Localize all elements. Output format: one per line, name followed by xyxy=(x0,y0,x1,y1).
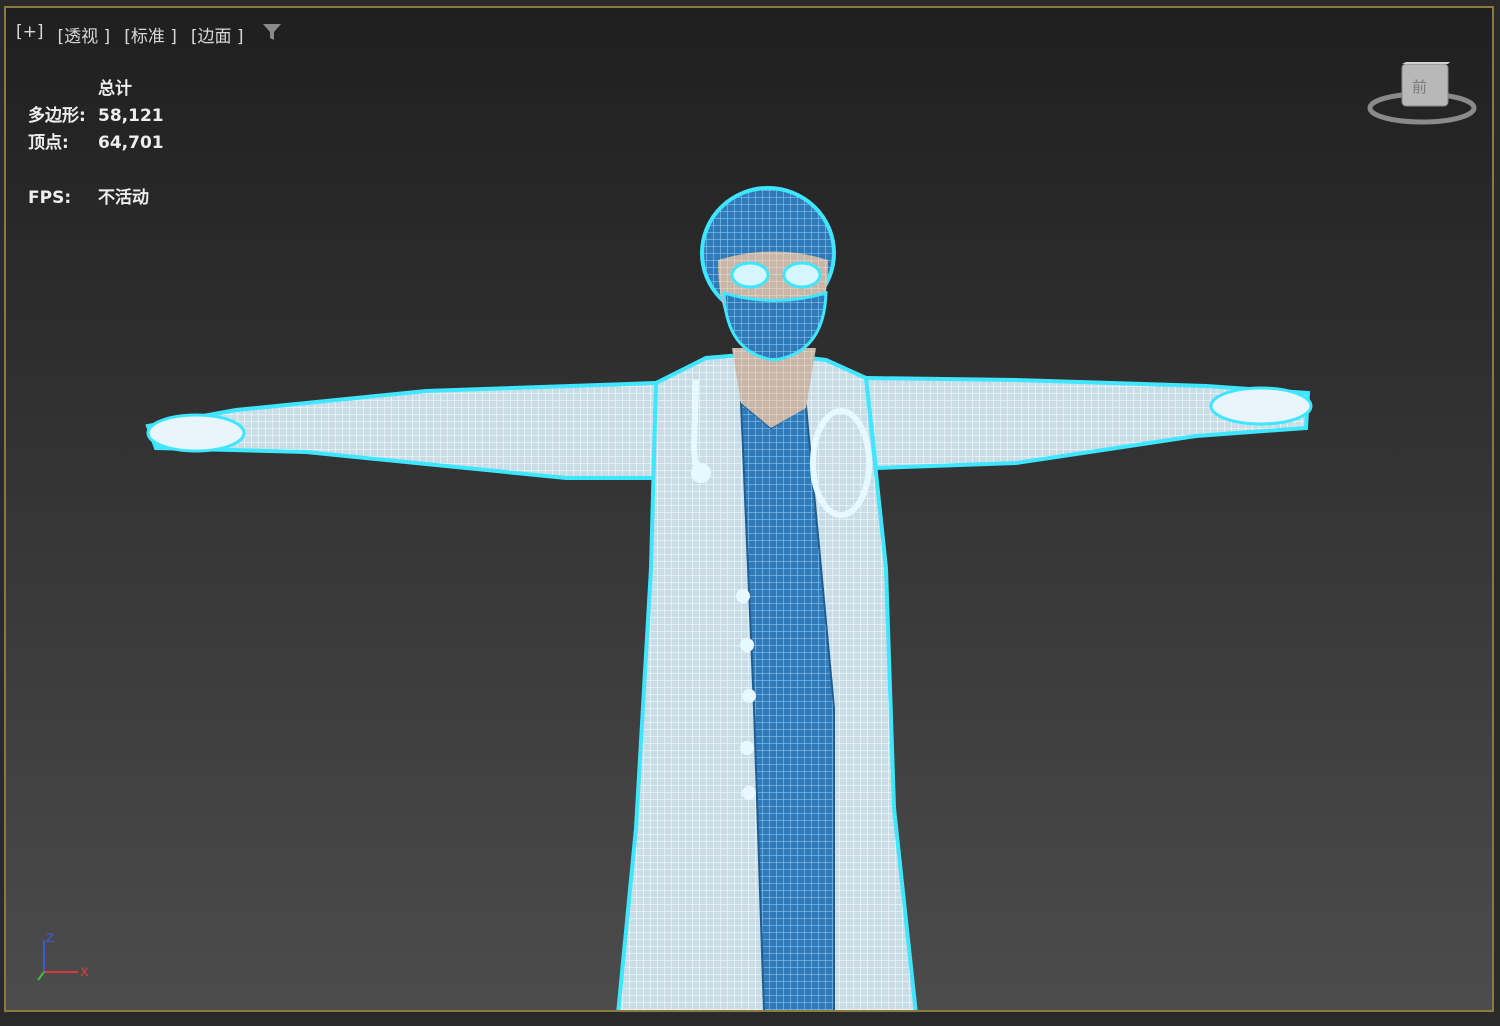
viewcube-face-label: 前 xyxy=(1412,78,1428,96)
axis-tripod-icon xyxy=(37,940,78,981)
axis-tripod: z x xyxy=(32,928,102,992)
axis-z-label: z xyxy=(46,928,54,946)
viewcube-icon xyxy=(1367,60,1477,125)
doctor-wireframe-model[interactable] xyxy=(6,8,1494,1012)
viewcube[interactable]: 前 xyxy=(1366,60,1478,138)
axis-x-label: x xyxy=(80,962,89,980)
viewport[interactable]: [+] [透视 ] [标准 ] [边面 ] 总计 多边形: 58,121 顶点:… xyxy=(4,6,1494,1012)
